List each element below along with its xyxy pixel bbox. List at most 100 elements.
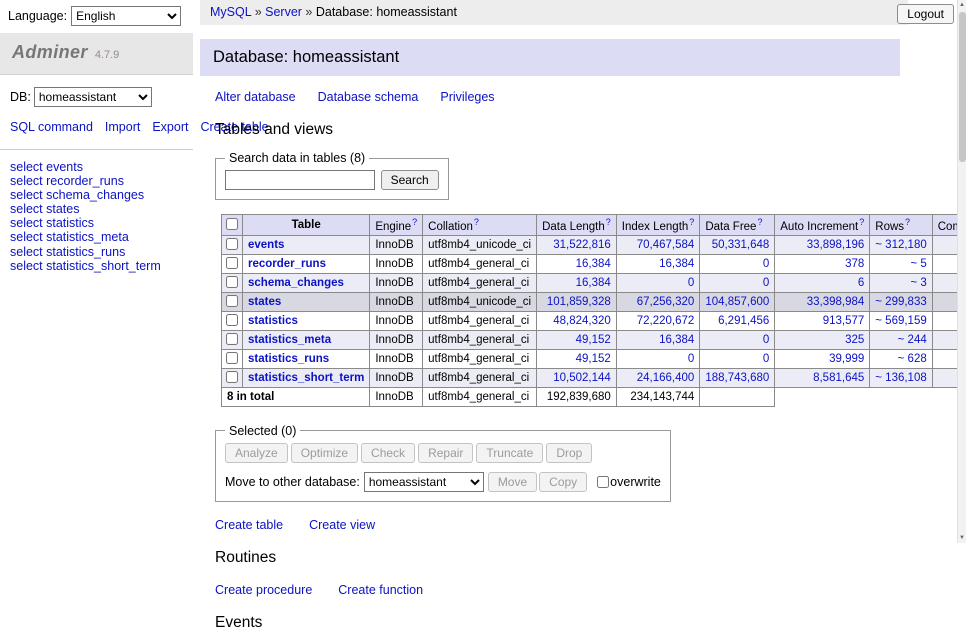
auto-increment-cell-link[interactable]: 33,398,984: [807, 296, 865, 308]
rows-cell-link[interactable]: ~ 569,159: [875, 315, 926, 327]
row-checkbox[interactable]: [226, 333, 238, 345]
table-link-recorder-runs[interactable]: recorder_runs: [248, 258, 326, 270]
row-checkbox[interactable]: [226, 314, 238, 326]
auto-increment-cell-link[interactable]: 6: [858, 277, 864, 289]
index-length-cell-link[interactable]: 0: [688, 353, 694, 365]
data-length-cell-link[interactable]: 31,522,816: [553, 239, 611, 251]
data-free-cell-link[interactable]: 188,743,680: [705, 372, 769, 384]
language-select[interactable]: English: [71, 6, 181, 26]
logout-button[interactable]: Logout: [897, 4, 954, 24]
auto-increment-cell-link[interactable]: 8,581,645: [813, 372, 864, 384]
bulk-check-button[interactable]: Check: [361, 443, 415, 463]
sidebar-select-schema-changes[interactable]: select schema_changes: [10, 189, 183, 202]
auto-increment-cell-link[interactable]: 39,999: [829, 353, 864, 365]
index-length-cell-link[interactable]: 70,467,584: [637, 239, 695, 251]
index-length-cell-link[interactable]: 24,166,400: [637, 372, 695, 384]
bulk-drop-button[interactable]: Drop: [546, 443, 592, 463]
overwrite-checkbox[interactable]: [597, 476, 609, 488]
adminer-logo[interactable]: Adminer: [12, 42, 88, 62]
db-select[interactable]: homeassistant: [34, 87, 152, 107]
auto-increment-cell-link[interactable]: 913,577: [823, 315, 865, 327]
data-length-cell-link[interactable]: 48,824,320: [553, 315, 611, 327]
hint-icon[interactable]: ?: [757, 217, 762, 227]
overwrite-label[interactable]: overwrite: [610, 475, 661, 489]
hint-icon[interactable]: ?: [412, 217, 417, 227]
table-link-statistics-runs[interactable]: statistics_runs: [248, 353, 329, 365]
rows-cell-link[interactable]: ~ 5: [910, 258, 926, 270]
index-length-cell-link[interactable]: 16,384: [659, 334, 694, 346]
index-length-cell-link[interactable]: 0: [688, 277, 694, 289]
hint-icon[interactable]: ?: [606, 217, 611, 227]
sidebar-select-statistics[interactable]: select statistics: [10, 217, 183, 230]
data-length-cell-link[interactable]: 10,502,144: [553, 372, 611, 384]
create-table-link[interactable]: Create table: [215, 518, 283, 532]
scrollbar[interactable]: ▲ ▼: [957, 0, 966, 543]
rows-cell-link[interactable]: ~ 136,108: [875, 372, 926, 384]
scrollbar-thumb[interactable]: [959, 12, 966, 162]
rows-cell-link[interactable]: ~ 299,833: [875, 296, 926, 308]
sidebar-select-statistics-short-term[interactable]: select statistics_short_term: [10, 260, 183, 273]
sidebar-select-states[interactable]: select states: [10, 203, 183, 216]
bulk-optimize-button[interactable]: Optimize: [291, 443, 358, 463]
scroll-up-icon[interactable]: ▲: [958, 0, 966, 10]
nav-database-schema[interactable]: Database schema: [318, 90, 419, 104]
hint-icon[interactable]: ?: [859, 217, 864, 227]
table-link-states[interactable]: states: [248, 296, 281, 308]
scroll-down-icon[interactable]: ▼: [958, 533, 966, 543]
search-button[interactable]: Search: [381, 170, 439, 190]
create-view-link[interactable]: Create view: [309, 518, 375, 532]
search-input[interactable]: [225, 170, 375, 190]
row-checkbox[interactable]: [226, 352, 238, 364]
row-checkbox[interactable]: [226, 371, 238, 383]
breadcrumb-server[interactable]: Server: [265, 5, 302, 19]
bulk-analyze-button[interactable]: Analyze: [225, 443, 288, 463]
table-link-statistics[interactable]: statistics: [248, 315, 298, 327]
auto-increment-cell-link[interactable]: 325: [845, 334, 864, 346]
sidebar-action-sql-command[interactable]: SQL command: [10, 120, 93, 134]
auto-increment-cell-link[interactable]: 33,898,196: [807, 239, 865, 251]
row-checkbox[interactable]: [226, 257, 238, 269]
index-length-cell-link[interactable]: 72,220,672: [637, 315, 695, 327]
hint-icon[interactable]: ?: [905, 217, 910, 227]
breadcrumb-mysql[interactable]: MySQL: [210, 5, 251, 19]
data-free-cell-link[interactable]: 50,331,648: [712, 239, 770, 251]
sidebar-select-recorder-runs[interactable]: select recorder_runs: [10, 175, 183, 188]
data-free-cell-link[interactable]: 104,857,600: [705, 296, 769, 308]
hint-icon[interactable]: ?: [474, 217, 479, 227]
row-checkbox[interactable]: [226, 238, 238, 250]
bulk-repair-button[interactable]: Repair: [418, 443, 473, 463]
data-free-cell-link[interactable]: 6,291,456: [718, 315, 769, 327]
create-procedure-link[interactable]: Create procedure: [215, 583, 312, 597]
row-checkbox[interactable]: [226, 276, 238, 288]
index-length-cell-link[interactable]: 67,256,320: [637, 296, 695, 308]
data-length-cell-link[interactable]: 101,859,328: [547, 296, 611, 308]
rows-cell-link[interactable]: ~ 3: [910, 277, 926, 289]
nav-alter-database[interactable]: Alter database: [215, 90, 296, 104]
row-checkbox[interactable]: [226, 295, 238, 307]
rows-cell-link[interactable]: ~ 244: [898, 334, 927, 346]
data-free-cell-link[interactable]: 0: [763, 258, 769, 270]
sidebar-action-import[interactable]: Import: [105, 120, 140, 134]
move-button[interactable]: Move: [488, 472, 537, 492]
nav-privileges[interactable]: Privileges: [440, 90, 494, 104]
data-free-cell-link[interactable]: 0: [763, 353, 769, 365]
rows-cell-link[interactable]: ~ 312,180: [875, 239, 926, 251]
index-length-cell-link[interactable]: 16,384: [659, 258, 694, 270]
move-db-select[interactable]: homeassistant: [364, 472, 484, 492]
sidebar-select-statistics-runs[interactable]: select statistics_runs: [10, 246, 183, 259]
rows-cell-link[interactable]: ~ 628: [898, 353, 927, 365]
auto-increment-cell-link[interactable]: 378: [845, 258, 864, 270]
select-all-checkbox[interactable]: [226, 218, 238, 230]
data-length-cell-link[interactable]: 16,384: [576, 277, 611, 289]
hint-icon[interactable]: ?: [689, 217, 694, 227]
bulk-truncate-button[interactable]: Truncate: [476, 443, 543, 463]
data-length-cell-link[interactable]: 49,152: [576, 353, 611, 365]
copy-button[interactable]: Copy: [539, 472, 587, 492]
data-free-cell-link[interactable]: 0: [763, 277, 769, 289]
data-free-cell-link[interactable]: 0: [763, 334, 769, 346]
create-function-link[interactable]: Create function: [338, 583, 423, 597]
data-length-cell-link[interactable]: 16,384: [576, 258, 611, 270]
sidebar-select-events[interactable]: select events: [10, 161, 183, 174]
table-link-events[interactable]: events: [248, 239, 284, 251]
sidebar-select-statistics-meta[interactable]: select statistics_meta: [10, 231, 183, 244]
